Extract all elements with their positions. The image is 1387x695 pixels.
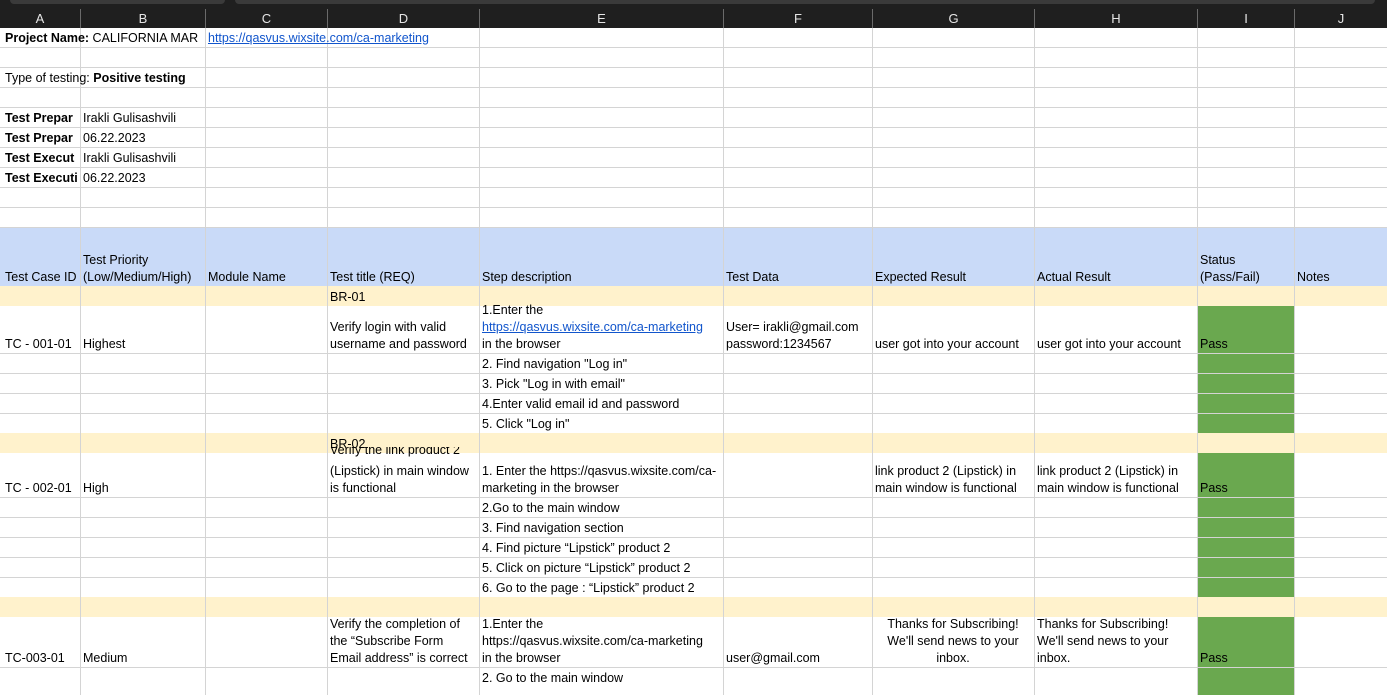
tc1-data-line2[interactable]: password:1234567 bbox=[723, 336, 872, 353]
type-of-testing-label: Type of testing: bbox=[5, 71, 90, 85]
header-test-case-id[interactable]: Test Case ID bbox=[2, 269, 80, 286]
tc1-step4[interactable]: 4.Enter valid email id and password bbox=[479, 396, 723, 413]
tc2-title-line2[interactable]: (Lipstick) in main window bbox=[327, 463, 479, 480]
test-prepared-date-value[interactable]: 06.22.2023 bbox=[80, 130, 205, 147]
column-header-f[interactable]: F bbox=[724, 9, 873, 28]
tc2-step6[interactable]: 6. Go to the page : “Lipstick” product 2 bbox=[479, 580, 723, 597]
tc3-priority[interactable]: Medium bbox=[80, 650, 205, 667]
tc2-status[interactable]: Pass bbox=[1197, 480, 1294, 497]
column-header-b[interactable]: B bbox=[81, 9, 206, 28]
header-module-name[interactable]: Module Name bbox=[205, 269, 327, 286]
tc3-expected-line2[interactable]: We'll send news to your bbox=[872, 633, 1034, 650]
br02-band bbox=[0, 433, 1387, 453]
separator-band bbox=[0, 597, 1387, 617]
header-priority-line2[interactable]: (Low/Medium/High) bbox=[80, 269, 205, 286]
header-notes[interactable]: Notes bbox=[1294, 269, 1387, 286]
tc1-step3[interactable]: 3. Pick "Log in with email" bbox=[479, 376, 723, 393]
project-link-cell[interactable]: https://qasvus.wixsite.com/ca-marketing bbox=[205, 30, 465, 47]
tc2-actual-line2[interactable]: main window is functional bbox=[1034, 480, 1197, 497]
type-of-testing-cell[interactable]: Type of testing: Positive testing bbox=[2, 70, 262, 87]
column-header-e[interactable]: E bbox=[480, 9, 724, 28]
sheet-tab[interactable] bbox=[10, 0, 225, 4]
column-header-g[interactable]: G bbox=[873, 9, 1035, 28]
status-fill-tc2 bbox=[1198, 453, 1295, 597]
project-link[interactable]: https://qasvus.wixsite.com/ca-marketing bbox=[208, 31, 429, 45]
header-priority-line1[interactable]: Test Priority bbox=[80, 252, 205, 269]
br01-label[interactable]: BR-01 bbox=[327, 289, 479, 306]
header-test-data[interactable]: Test Data bbox=[723, 269, 872, 286]
tc1-step1-b[interactable]: in the browser bbox=[479, 336, 723, 353]
tc3-id[interactable]: TC-003-01 bbox=[2, 650, 80, 667]
test-executed-date-label[interactable]: Test Executi bbox=[2, 170, 80, 187]
test-prepared-date-label[interactable]: Test Prepar bbox=[2, 130, 80, 147]
tc2-step4[interactable]: 4. Find picture “Lipstick” product 2 bbox=[479, 540, 723, 557]
tc3-step2[interactable]: 2. Go to the main window bbox=[479, 670, 723, 687]
tc3-title-line3[interactable]: Email address” is correct bbox=[327, 650, 479, 667]
tc1-priority[interactable]: Highest bbox=[80, 336, 205, 353]
header-expected-result[interactable]: Expected Result bbox=[872, 269, 1034, 286]
tc1-step1-a[interactable]: 1.Enter the bbox=[479, 302, 723, 319]
header-test-title[interactable]: Test title (REQ) bbox=[327, 269, 479, 286]
tc2-step1-b[interactable]: marketing in the browser bbox=[479, 480, 723, 497]
tc3-status[interactable]: Pass bbox=[1197, 650, 1294, 667]
tc1-status[interactable]: Pass bbox=[1197, 336, 1294, 353]
tc2-step1-a[interactable]: 1. Enter the https://qasvus.wixsite.com/… bbox=[479, 463, 723, 480]
header-status-line1[interactable]: Status bbox=[1197, 252, 1294, 269]
column-header-d[interactable]: D bbox=[328, 9, 480, 28]
tc1-id[interactable]: TC - 001-01 bbox=[2, 336, 80, 353]
tc2-expected-line1[interactable]: link product 2 (Lipstick) in bbox=[872, 463, 1034, 480]
tc2-actual-line1[interactable]: link product 2 (Lipstick) in bbox=[1034, 463, 1197, 480]
project-name-label: Project Name: bbox=[5, 31, 90, 45]
tc1-expected[interactable]: user got into your account bbox=[872, 336, 1034, 353]
column-header-h[interactable]: H bbox=[1035, 9, 1198, 28]
tc3-data[interactable]: user@gmail.com bbox=[723, 650, 872, 667]
column-header-j[interactable]: J bbox=[1295, 9, 1387, 28]
tc3-expected-line3[interactable]: inbox. bbox=[872, 650, 1034, 667]
tc3-title-line2[interactable]: the “Subscribe Form bbox=[327, 633, 479, 650]
project-name-cell[interactable]: Project Name: CALIFORNIA MAR bbox=[2, 30, 207, 47]
tc3-actual-line1[interactable]: Thanks for Subscribing! bbox=[1034, 616, 1197, 633]
test-executed-by-label[interactable]: Test Execut bbox=[2, 150, 80, 167]
tc3-title-line1[interactable]: Verify the completion of bbox=[327, 616, 479, 633]
tc3-expected-line1[interactable]: Thanks for Subscribing! bbox=[872, 616, 1034, 633]
tc2-priority[interactable]: High bbox=[80, 480, 205, 497]
tc1-step1-link-cell[interactable]: https://qasvus.wixsite.com/ca-marketing bbox=[479, 319, 723, 336]
tc3-actual-line3[interactable]: inbox. bbox=[1034, 650, 1197, 667]
tc1-step5[interactable]: 5. Click "Log in" bbox=[479, 416, 723, 433]
tc1-step1-link[interactable]: https://qasvus.wixsite.com/ca-marketing bbox=[482, 320, 703, 334]
test-executed-by-value[interactable]: Irakli Gulisashvili bbox=[80, 150, 205, 167]
tc1-data-line1[interactable]: User= irakli@gmail.com bbox=[723, 319, 872, 336]
project-name-value: CALIFORNIA MAR bbox=[92, 31, 199, 45]
header-status-line2[interactable]: (Pass/Fail) bbox=[1197, 269, 1294, 286]
test-prepared-by-label[interactable]: Test Prepar bbox=[2, 110, 80, 127]
header-step-description[interactable]: Step description bbox=[479, 269, 723, 286]
spreadsheet-grid[interactable]: Project Name: CALIFORNIA MAR https://qas… bbox=[0, 28, 1387, 695]
column-header-i[interactable]: I bbox=[1198, 9, 1295, 28]
tc2-expected-line2[interactable]: main window is functional bbox=[872, 480, 1034, 497]
tc2-step5[interactable]: 5. Click on picture “Lipstick” product 2 bbox=[479, 560, 723, 577]
tc1-title[interactable]: Verify login with valid username and pas… bbox=[327, 319, 479, 353]
tc2-title-line3[interactable]: is functional bbox=[327, 480, 479, 497]
column-headers: A B C D E F G H I J bbox=[0, 9, 1387, 28]
tc3-step1-c[interactable]: in the browser bbox=[479, 650, 723, 667]
tc2-title-line1[interactable]: Verify the link product 2 bbox=[327, 447, 479, 458]
column-header-a[interactable]: A bbox=[0, 9, 81, 28]
tc1-step2[interactable]: 2. Find navigation "Log in" bbox=[479, 356, 723, 373]
tc1-actual[interactable]: user got into your account bbox=[1034, 336, 1197, 353]
tc2-step2[interactable]: 2.Go to the main window bbox=[479, 500, 723, 517]
tc2-id[interactable]: TC - 002-01 bbox=[2, 480, 80, 497]
tc3-step1-a[interactable]: 1.Enter the bbox=[479, 616, 723, 633]
test-executed-date-value[interactable]: 06.22.2023 bbox=[80, 170, 205, 187]
sheet-tab[interactable] bbox=[235, 0, 1375, 4]
type-of-testing-value: Positive testing bbox=[93, 71, 186, 85]
tc3-step1-b[interactable]: https://qasvus.wixsite.com/ca-marketing bbox=[479, 633, 723, 650]
tc2-step3[interactable]: 3. Find navigation section bbox=[479, 520, 723, 537]
tc3-actual-line2[interactable]: We'll send news to your bbox=[1034, 633, 1197, 650]
test-prepared-by-value[interactable]: Irakli Gulisashvili bbox=[80, 110, 205, 127]
header-actual-result[interactable]: Actual Result bbox=[1034, 269, 1197, 286]
column-header-c[interactable]: C bbox=[206, 9, 328, 28]
window-top-strip bbox=[0, 0, 1387, 9]
